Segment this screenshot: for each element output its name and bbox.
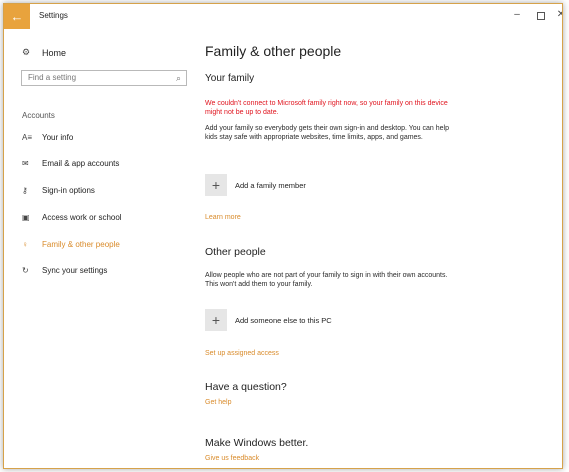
plus-icon: +: [205, 309, 227, 331]
sync-icon: ↻: [22, 266, 29, 275]
people-icon: ♀: [22, 240, 28, 249]
family-description: Add your family so everybody gets their …: [205, 125, 449, 141]
sidebar: ⚙ Home Find a setting ⌕ Accounts A≡ Your…: [4, 29, 194, 468]
sidebar-item-email-app-accounts[interactable]: ✉ Email & app accounts: [22, 159, 119, 168]
back-arrow-icon: ←: [10, 9, 24, 24]
gear-icon: ⚙: [22, 47, 31, 57]
sidebar-item-label: Email & app accounts: [42, 159, 120, 168]
family-warning-text: We couldn't connect to Microsoft family …: [205, 100, 448, 116]
search-icon: ⌕: [175, 73, 181, 83]
briefcase-icon: ▣: [22, 213, 30, 222]
mail-icon: ✉: [22, 159, 29, 168]
plus-icon: +: [205, 174, 227, 196]
back-button[interactable]: ←: [4, 4, 30, 29]
search-input[interactable]: Find a setting ⌕: [21, 70, 187, 86]
sidebar-item-label: Access work or school: [42, 213, 122, 222]
sidebar-item-label: Your info: [42, 133, 74, 142]
close-icon: ✕: [557, 9, 562, 20]
close-button[interactable]: ✕: [554, 9, 562, 20]
maximize-button[interactable]: [534, 9, 548, 23]
sidebar-item-family-other-people[interactable]: ♀ Family & other people: [22, 240, 120, 249]
main-content: Family & other people Your family We cou…: [205, 29, 552, 468]
sidebar-item-sync-settings[interactable]: ↻ Sync your settings: [22, 266, 107, 275]
maximize-icon: [537, 12, 545, 20]
your-family-heading: Your family: [205, 73, 255, 84]
minimize-button[interactable]: –: [510, 9, 524, 20]
add-family-member-label: Add a family member: [235, 180, 306, 190]
home-label: Home: [42, 47, 67, 58]
person-card-icon: A≡: [22, 133, 33, 142]
sidebar-item-your-info[interactable]: A≡ Your info: [22, 133, 73, 142]
give-feedback-link[interactable]: Give us feedback: [205, 455, 259, 462]
question-heading: Have a question?: [205, 381, 287, 393]
sidebar-home[interactable]: ⚙ Home: [22, 47, 66, 58]
learn-more-link[interactable]: Learn more: [205, 214, 241, 221]
other-people-description: Allow people who are not part of your fa…: [205, 272, 448, 288]
page-title: Family & other people: [205, 43, 342, 59]
sidebar-item-sign-in-options[interactable]: ⚷ Sign-in options: [22, 186, 95, 195]
sidebar-item-access-work-school[interactable]: ▣ Access work or school: [22, 213, 122, 222]
settings-window: ← Settings – ✕ ⚙ Home Find a setting ⌕ A…: [3, 3, 563, 469]
make-windows-better-heading: Make Windows better.: [205, 437, 309, 449]
sidebar-item-label: Sign-in options: [42, 186, 95, 195]
search-placeholder: Find a setting: [28, 73, 77, 82]
other-people-heading: Other people: [205, 246, 266, 258]
add-family-member-button[interactable]: + Add a family member: [205, 174, 306, 196]
add-someone-else-label: Add someone else to this PC: [235, 315, 332, 325]
sidebar-item-label: Family & other people: [42, 240, 120, 249]
get-help-link[interactable]: Get help: [205, 399, 231, 406]
key-icon: ⚷: [22, 186, 28, 195]
title-bar: ← Settings – ✕: [4, 4, 562, 29]
section-label-accounts: Accounts: [22, 111, 55, 120]
sidebar-item-label: Sync your settings: [42, 266, 108, 275]
window-title: Settings: [39, 11, 68, 20]
minimize-icon: –: [514, 9, 520, 20]
add-someone-else-button[interactable]: + Add someone else to this PC: [205, 309, 332, 331]
assigned-access-link[interactable]: Set up assigned access: [205, 350, 279, 357]
